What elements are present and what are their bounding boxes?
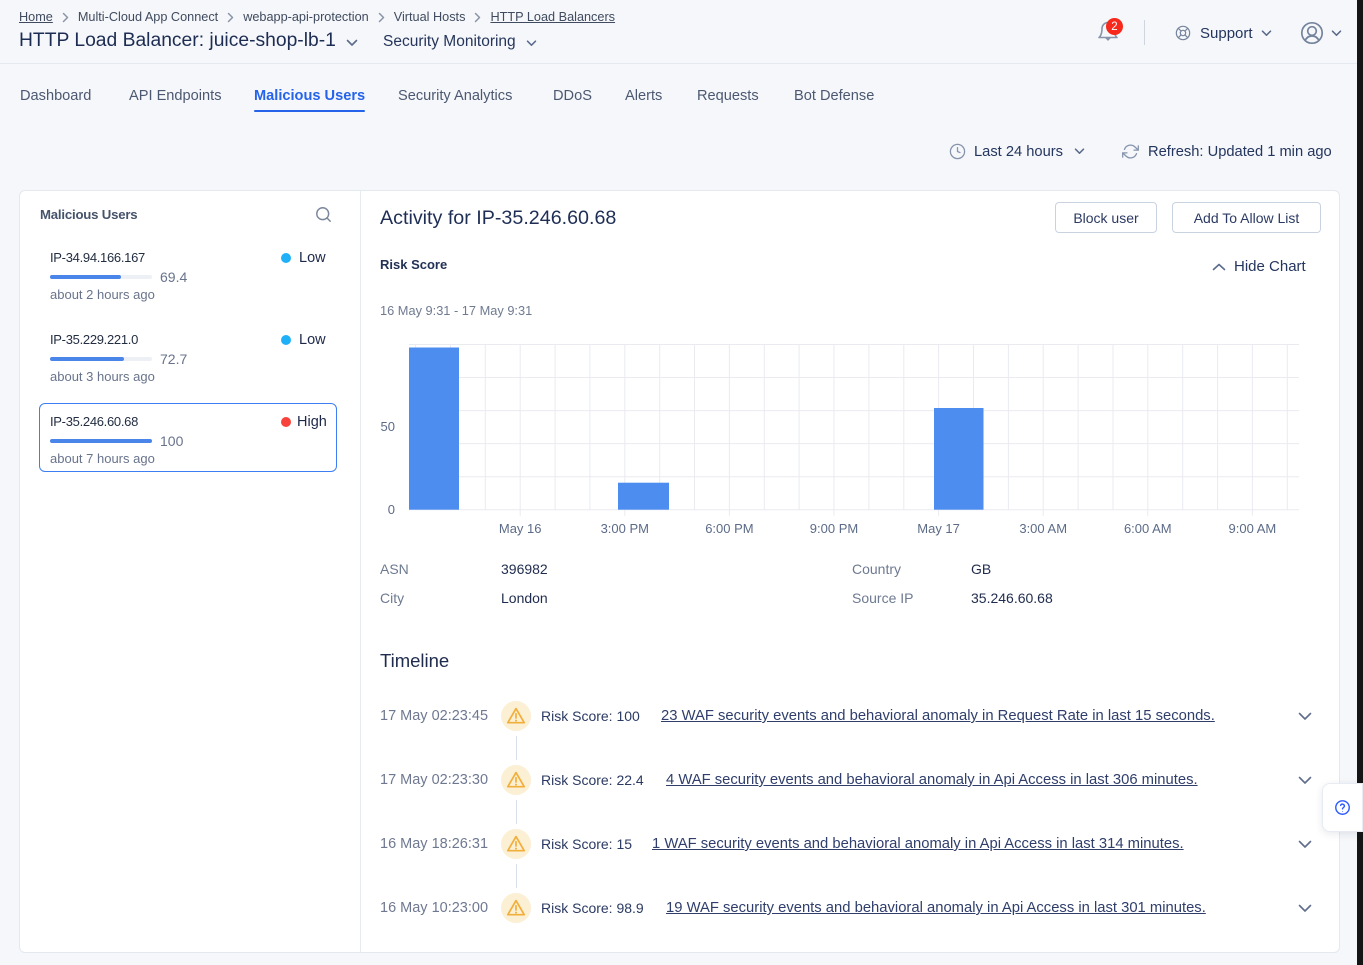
svg-text:50: 50 bbox=[381, 419, 395, 434]
svg-text:0: 0 bbox=[388, 502, 395, 517]
svg-text:9:00 PM: 9:00 PM bbox=[810, 521, 858, 536]
svg-text:3:00 PM: 3:00 PM bbox=[601, 521, 649, 536]
svg-text:6:00 PM: 6:00 PM bbox=[705, 521, 753, 536]
svg-text:6:00 AM: 6:00 AM bbox=[1124, 521, 1172, 536]
svg-text:May 16: May 16 bbox=[499, 521, 542, 536]
svg-text:9:00 AM: 9:00 AM bbox=[1229, 521, 1277, 536]
svg-text:May 17: May 17 bbox=[917, 521, 960, 536]
svg-text:3:00 AM: 3:00 AM bbox=[1019, 521, 1067, 536]
